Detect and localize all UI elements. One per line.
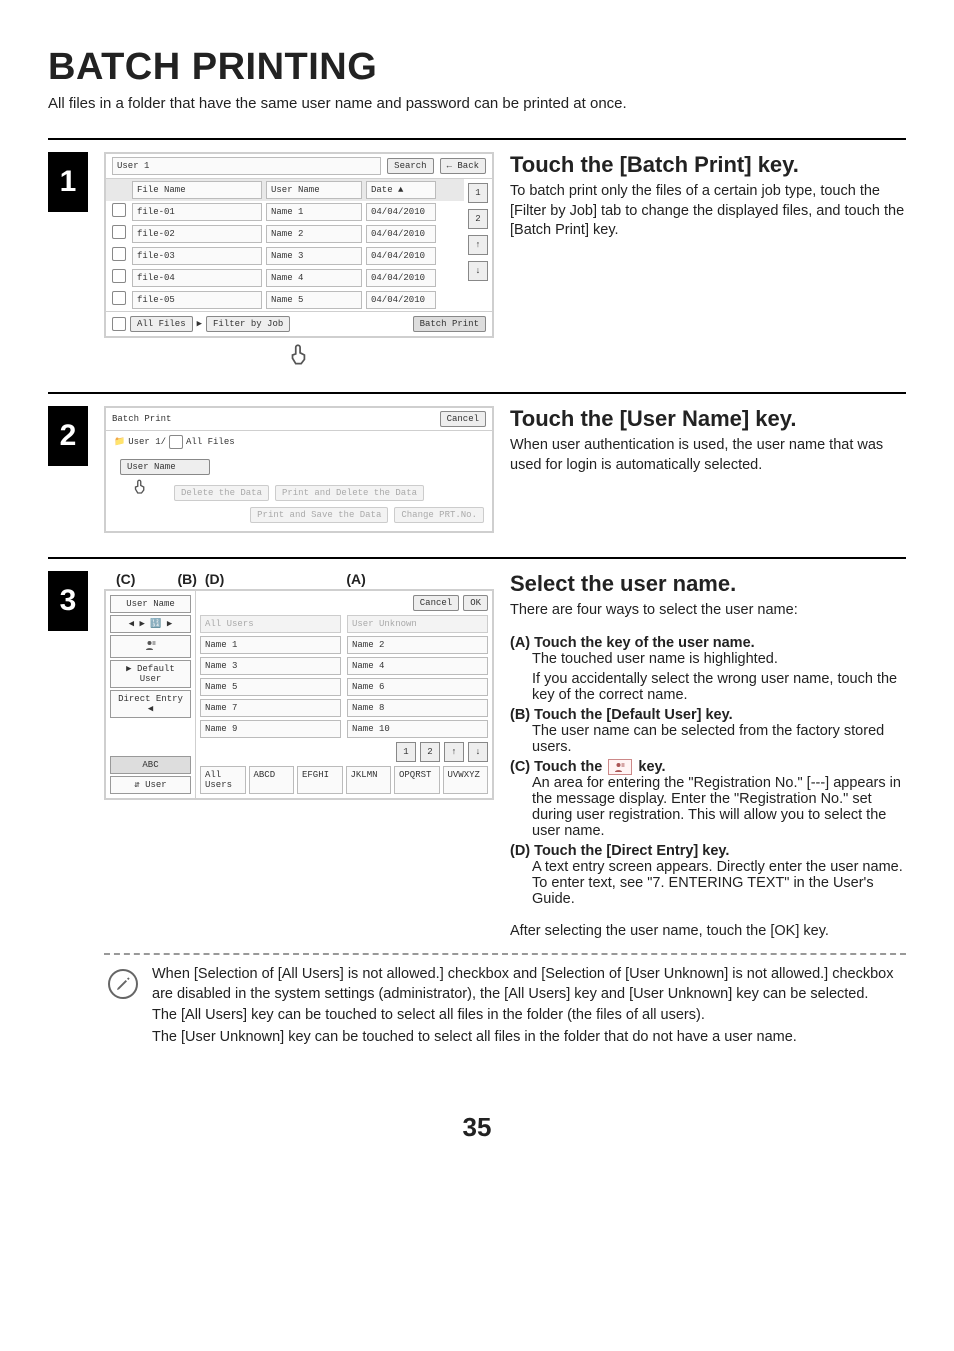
file-cell[interactable]: file-01 xyxy=(132,203,262,221)
alpha-tab[interactable]: All Users xyxy=(200,766,246,794)
page-number: 35 xyxy=(48,1112,906,1143)
step-number: 2 xyxy=(48,406,88,466)
user-unknown-button[interactable]: User Unknown xyxy=(347,615,488,633)
user-name-item[interactable]: Name 8 xyxy=(347,699,488,717)
step2-body: When user authentication is used, the us… xyxy=(510,436,906,475)
step3-after: After selecting the user name, touch the… xyxy=(510,922,906,942)
step1-heading: Touch the [Batch Print] key. xyxy=(510,152,906,178)
registration-no-button[interactable] xyxy=(110,635,191,658)
touch-pointer-icon xyxy=(131,478,149,499)
job-icon xyxy=(112,225,126,239)
job-icon xyxy=(112,203,126,217)
page-2[interactable]: 2 xyxy=(468,209,488,229)
all-files-tab[interactable]: All Files xyxy=(130,316,193,332)
folder-icon: 📁 xyxy=(114,437,125,447)
step3-lead: There are four ways to select the user n… xyxy=(510,601,906,621)
all-files-icon xyxy=(169,435,183,449)
user-name-item[interactable]: Name 2 xyxy=(347,636,488,654)
all-users-button[interactable]: All Users xyxy=(200,615,341,633)
step2-screenshot: Batch Print Cancel 📁 User 1/ All Files U… xyxy=(104,406,494,533)
step-3: 3 (C) (B) (D) (A) User Name ◀ ▶ 🔢 ▶ ▶ De… xyxy=(48,559,906,1074)
alpha-tab[interactable]: UVWXYZ xyxy=(443,766,489,794)
job-icon xyxy=(112,247,126,261)
page-2[interactable]: 2 xyxy=(420,742,440,762)
job-icon xyxy=(112,269,126,283)
user-name-button[interactable]: User Name xyxy=(120,459,210,475)
col-file[interactable]: File Name xyxy=(132,181,262,199)
user-name-item[interactable]: Name 7 xyxy=(200,699,341,717)
file-cell[interactable]: file-05 xyxy=(132,291,262,309)
panel-title: Batch Print xyxy=(112,414,434,424)
touch-pointer-icon xyxy=(286,342,312,368)
alpha-tab[interactable]: ABCD xyxy=(249,766,295,794)
step1-screenshot: User 1 Search ← Back File Name User Name… xyxy=(104,152,494,368)
abc-tab[interactable]: ABC xyxy=(110,756,191,774)
alpha-tab[interactable]: EFGHI xyxy=(297,766,343,794)
delete-data-button[interactable]: Delete the Data xyxy=(174,485,269,501)
folder-name: User 1 xyxy=(112,157,381,175)
back-button[interactable]: ← Back xyxy=(440,158,486,174)
cancel-button[interactable]: Cancel xyxy=(440,411,486,427)
ok-button[interactable]: OK xyxy=(463,595,488,611)
user-name-item[interactable]: Name 4 xyxy=(347,657,488,675)
all-files-icon xyxy=(112,317,126,331)
cancel-button[interactable]: Cancel xyxy=(413,595,459,611)
scroll-down[interactable]: ↓ xyxy=(468,742,488,762)
dashed-divider xyxy=(104,953,906,955)
scroll-down[interactable]: ↓ xyxy=(468,261,488,281)
scroll-up[interactable]: ↑ xyxy=(468,235,488,255)
step2-heading: Touch the [User Name] key. xyxy=(510,406,906,432)
file-cell[interactable]: file-04 xyxy=(132,269,262,287)
step-number: 3 xyxy=(48,571,88,631)
print-delete-button[interactable]: Print and Delete the Data xyxy=(275,485,424,501)
intro-text: All files in a folder that have the same… xyxy=(48,95,906,112)
file-cell[interactable]: file-03 xyxy=(132,247,262,265)
user-name-item[interactable]: Name 5 xyxy=(200,678,341,696)
col-user[interactable]: User Name xyxy=(266,181,362,199)
direct-entry-tab[interactable]: Direct Entry ◀ xyxy=(110,690,191,718)
info-note: When [Selection of [All Users] is not al… xyxy=(104,965,906,1049)
step-2: 2 Batch Print Cancel 📁 User 1/ All Files… xyxy=(48,394,906,557)
step3-heading: Select the user name. xyxy=(510,571,906,597)
step-1: 1 User 1 Search ← Back File Name User Na… xyxy=(48,140,906,392)
alpha-tab[interactable]: JKLMN xyxy=(346,766,392,794)
print-save-button[interactable]: Print and Save the Data xyxy=(250,507,388,523)
col-date[interactable]: Date ▲ xyxy=(366,181,436,199)
page-1[interactable]: 1 xyxy=(468,183,488,203)
file-cell[interactable]: file-02 xyxy=(132,225,262,243)
page-title: BATCH PRINTING xyxy=(48,46,906,89)
panel-title: User Name xyxy=(110,595,191,613)
user-tab[interactable]: ⇵ User xyxy=(110,776,191,794)
filter-by-job-tab[interactable]: Filter by Job xyxy=(206,316,290,332)
step-number: 1 xyxy=(48,152,88,212)
page-1[interactable]: 1 xyxy=(396,742,416,762)
user-name-item[interactable]: Name 3 xyxy=(200,657,341,675)
user-name-item[interactable]: Name 1 xyxy=(200,636,341,654)
user-name-item[interactable]: Name 9 xyxy=(200,720,341,738)
step1-body: To batch print only the files of a certa… xyxy=(510,182,906,241)
job-icon xyxy=(112,291,126,305)
step3-options: (A) Touch the key of the user name. The … xyxy=(510,635,906,907)
step3-screenshot: (C) (B) (D) (A) User Name ◀ ▶ 🔢 ▶ ▶ Defa… xyxy=(104,571,494,945)
scroll-up[interactable]: ↑ xyxy=(444,742,464,762)
user-name-item[interactable]: Name 10 xyxy=(347,720,488,738)
default-user-tab[interactable]: ▶ Default User xyxy=(110,660,191,688)
user-name-item[interactable]: Name 6 xyxy=(347,678,488,696)
registration-no-icon xyxy=(608,759,632,775)
nav-arrows[interactable]: ◀ ▶ 🔢 ▶ xyxy=(110,615,191,633)
pencil-circle-icon xyxy=(108,969,138,999)
change-prt-button[interactable]: Change PRT.No. xyxy=(394,507,484,523)
batch-print-button[interactable]: Batch Print xyxy=(413,316,486,332)
alpha-tab[interactable]: OPQRST xyxy=(394,766,440,794)
search-button[interactable]: Search xyxy=(387,158,433,174)
